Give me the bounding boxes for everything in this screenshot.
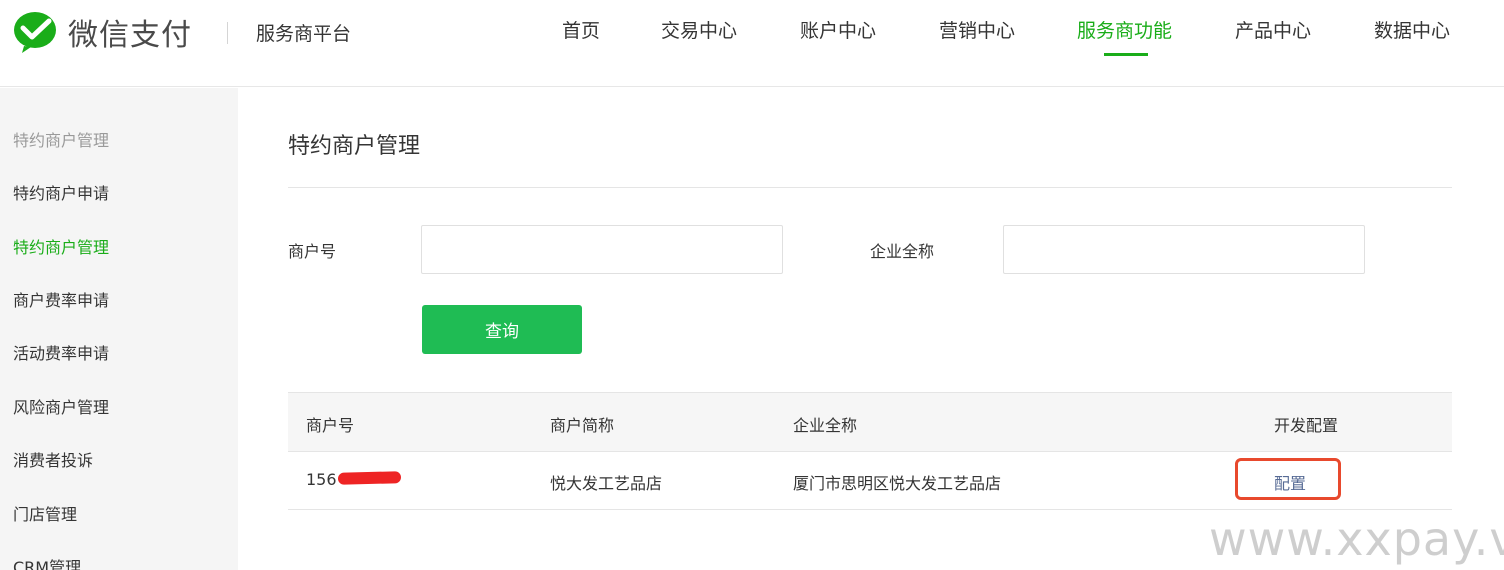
column-header-full-name: 企业全称: [793, 416, 858, 435]
merchant-id-input[interactable]: [421, 225, 783, 274]
nav-item-marketing[interactable]: 营销中心: [939, 16, 1015, 43]
wechat-pay-logo-icon: [12, 10, 60, 54]
nav-item-home[interactable]: 首页: [562, 16, 600, 43]
wechat-pay-logo[interactable]: 微信支付: [12, 10, 192, 54]
sidebar: 特约商户管理 特约商户申请 特约商户管理 商户费率申请 活动费率申请 风险商户管…: [0, 88, 238, 570]
title-divider: [288, 187, 1452, 188]
page-title: 特约商户管理: [288, 134, 421, 159]
redaction-mark: [337, 471, 402, 485]
company-name-label: 企业全称: [870, 242, 935, 261]
sidebar-group-title: 特约商户管理: [13, 131, 110, 150]
top-header: 微信支付 服务商平台 首页 交易中心 账户中心 营销中心 服务商功能 产品中心 …: [0, 0, 1504, 87]
sidebar-item-risk-merchant[interactable]: 风险商户管理: [13, 394, 109, 418]
nav-item-account[interactable]: 账户中心: [800, 16, 876, 43]
nav-item-products[interactable]: 产品中心: [1235, 16, 1311, 43]
column-header-short-name: 商户简称: [550, 416, 615, 435]
platform-name: 服务商平台: [256, 23, 352, 45]
sidebar-item-merchant-manage[interactable]: 特约商户管理: [13, 234, 109, 258]
nav-active-indicator: [1104, 53, 1148, 56]
sidebar-item-crm[interactable]: CRM管理: [13, 554, 81, 570]
sidebar-item-stores[interactable]: 门店管理: [13, 501, 77, 525]
nav-item-data[interactable]: 数据中心: [1374, 16, 1450, 43]
nav-item-transactions[interactable]: 交易中心: [661, 16, 737, 43]
brand-name: 微信支付: [68, 18, 192, 53]
config-link[interactable]: 配置: [1274, 470, 1306, 494]
merchant-id-label: 商户号: [288, 242, 337, 261]
column-header-dev-config: 开发配置: [1274, 416, 1339, 435]
sidebar-item-complaints[interactable]: 消费者投诉: [13, 447, 93, 471]
company-name-input[interactable]: [1003, 225, 1365, 274]
nav-item-service-provider[interactable]: 服务商功能: [1077, 16, 1172, 43]
cell-full-name: 厦门市思明区悦大发工艺品店: [793, 474, 1002, 493]
watermark: www.xxpay.vip: [1209, 512, 1504, 566]
cell-short-name: 悦大发工艺品店: [550, 474, 663, 493]
table-header: 商户号 商户简称 企业全称 开发配置: [288, 392, 1452, 452]
sidebar-item-merchant-apply[interactable]: 特约商户申请: [13, 180, 109, 204]
column-header-merchant-id: 商户号: [306, 416, 355, 435]
sidebar-item-rate-apply[interactable]: 商户费率申请: [13, 287, 109, 311]
sidebar-item-activity-rate[interactable]: 活动费率申请: [13, 340, 109, 364]
query-button[interactable]: 查询: [422, 305, 582, 354]
cell-merchant-id: 156: [306, 470, 337, 489]
header-divider: [227, 22, 228, 44]
